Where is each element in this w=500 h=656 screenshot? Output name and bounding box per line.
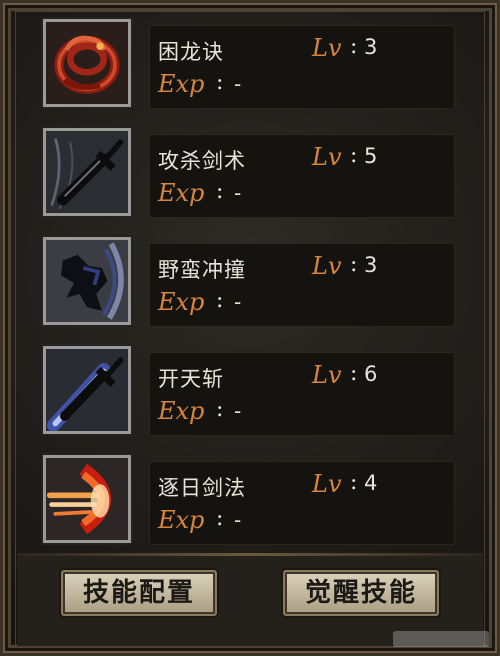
level-label: Lv xyxy=(312,143,342,171)
skill-name: 攻杀剑术 xyxy=(158,149,246,173)
exp-value: - xyxy=(234,72,242,96)
level-value: 5 xyxy=(364,144,378,168)
level-label: Lv xyxy=(312,361,342,389)
level-colon: : xyxy=(350,252,358,277)
skill-name: 逐日剑法 xyxy=(158,476,246,500)
exp-colon: : xyxy=(216,179,224,204)
level-label: Lv xyxy=(312,470,342,498)
watermark xyxy=(393,631,489,647)
skill-info-panel: 野蛮冲撞 Lv : 3 Exp : - xyxy=(149,243,455,327)
level-value: 4 xyxy=(364,471,378,495)
skill-info-panel: 困龙诀 Lv : 3 Exp : - xyxy=(149,25,455,109)
skill-info-panel: 开天斩 Lv : 6 Exp : - xyxy=(149,352,455,436)
exp-value: - xyxy=(234,508,242,532)
exp-colon: : xyxy=(216,70,224,95)
exp-colon: : xyxy=(216,288,224,313)
level-value: 6 xyxy=(364,362,378,386)
skill-row-1[interactable]: 困龙诀 Lv : 3 Exp : - xyxy=(33,17,473,113)
exp-value: - xyxy=(234,399,242,423)
level-label: Lv xyxy=(312,252,342,280)
charging-warrior-icon[interactable] xyxy=(43,237,131,325)
skill-name: 野蛮冲撞 xyxy=(158,258,246,282)
sword-slash-icon[interactable] xyxy=(43,128,131,216)
skill-window: 困龙诀 Lv : 3 Exp : - 攻杀剑术 Lv: 5 Exp: - 野… xyxy=(0,0,500,656)
skill-row-4[interactable]: 开天斩 Lv : 6 Exp : - xyxy=(33,344,473,440)
skill-config-button[interactable]: 技能配置 xyxy=(61,570,217,616)
level-colon: : xyxy=(350,143,358,168)
exp-value: - xyxy=(234,290,242,314)
awaken-skill-button[interactable]: 觉醒技能 xyxy=(283,570,439,616)
level-colon: : xyxy=(350,361,358,386)
level-value: 3 xyxy=(364,253,378,277)
skill-info-panel: 逐日剑法 Lv : 4 Exp : - xyxy=(149,461,455,545)
exp-label: Exp xyxy=(158,397,205,425)
level-colon: : xyxy=(350,34,358,59)
exp-colon: : xyxy=(216,397,224,422)
exp-label: Exp xyxy=(158,179,205,207)
exp-label: Exp xyxy=(158,70,205,98)
coiled-dragon-icon[interactable] xyxy=(43,19,131,107)
skill-row-2[interactable]: 攻杀剑术 Lv : 5 Exp : - xyxy=(33,126,473,222)
skill-name: 困龙诀 xyxy=(158,40,224,64)
skill-row-5[interactable]: 逐日剑法 Lv : 4 Exp : - xyxy=(33,453,473,549)
exp-value: - xyxy=(234,181,242,205)
level-value: 3 xyxy=(364,35,378,59)
exp-label: Exp xyxy=(158,288,205,316)
skill-name: 开天斩 xyxy=(158,367,224,391)
skill-list: 困龙诀 Lv : 3 Exp : - 攻杀剑术 Lv: 5 Exp: - 野… xyxy=(33,17,473,562)
level-colon: : xyxy=(350,470,358,495)
fire-wave-icon[interactable] xyxy=(43,455,131,543)
level-label: Lv xyxy=(312,34,342,62)
exp-label: Exp xyxy=(158,506,205,534)
skill-info-panel: 攻杀剑术 Lv : 5 Exp : - xyxy=(149,134,455,218)
exp-colon: : xyxy=(216,506,224,531)
glowing-sword-icon[interactable] xyxy=(43,346,131,434)
skill-row-3[interactable]: 野蛮冲撞 Lv : 3 Exp : - xyxy=(33,235,473,331)
